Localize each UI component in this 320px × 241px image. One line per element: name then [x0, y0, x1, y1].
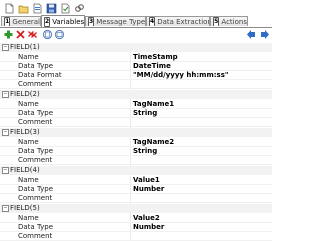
collapse-icon[interactable]: −	[2, 44, 9, 51]
property-row[interactable]: Comment	[0, 156, 272, 165]
property-value[interactable]: Number	[133, 185, 164, 194]
property-row[interactable]: Comment	[0, 118, 272, 127]
field-group-name: FIELD(1)	[10, 43, 40, 51]
property-label: Name	[18, 137, 39, 146]
property-label: Data Type	[18, 146, 54, 155]
collapse-icon[interactable]: −	[2, 91, 9, 98]
property-value[interactable]: "MM/dd/yyyy hh:mm:ss"	[133, 71, 229, 80]
property-value[interactable]: DateTime	[133, 62, 171, 71]
tab-strip: 1 General 2 Variables 3 Message Types 4 Data…	[0, 15, 272, 28]
field-group-5[interactable]: − FIELD(5)	[0, 204, 272, 213]
property-label: Comment	[18, 155, 53, 164]
tab-label: Variables	[52, 17, 85, 26]
new-icon[interactable]	[4, 3, 15, 14]
tab-label: Actions	[221, 17, 247, 26]
field-group-name: FIELD(4)	[10, 166, 40, 174]
field-group-3[interactable]: − FIELD(3)	[0, 128, 272, 137]
add-icon[interactable]	[3, 29, 14, 40]
delete-all-icon[interactable]	[27, 29, 38, 40]
tab-number: 5	[213, 17, 220, 26]
property-label: Comment	[18, 117, 53, 126]
property-value[interactable]: String	[133, 109, 157, 118]
paste-icon[interactable]	[54, 29, 65, 40]
tab-number: 2	[44, 16, 51, 27]
action-bar	[0, 28, 272, 42]
property-row[interactable]: Comment	[0, 194, 272, 203]
property-label: Name	[18, 213, 39, 222]
property-value[interactable]: Value1	[133, 176, 160, 185]
tab-general[interactable]: 1 General	[1, 16, 41, 26]
property-label: Name	[18, 175, 39, 184]
property-label: Comment	[18, 79, 53, 88]
property-label: Data Format	[18, 70, 62, 79]
validate-icon[interactable]	[60, 3, 71, 14]
tab-number: 3	[88, 17, 95, 26]
property-value[interactable]: Number	[133, 223, 164, 232]
link-icon[interactable]	[74, 3, 85, 14]
property-label: Name	[18, 52, 39, 61]
tab-label: Message Types	[96, 17, 146, 26]
back-arrow-icon[interactable]	[246, 29, 257, 40]
tab-label: General	[12, 17, 40, 26]
tab-label: Data Extraction	[157, 17, 210, 26]
tab-actions[interactable]: 5 Actions	[210, 16, 248, 26]
property-value[interactable]: Value2	[133, 214, 160, 223]
field-group-2[interactable]: − FIELD(2)	[0, 90, 272, 99]
property-value[interactable]: TagName2	[133, 138, 174, 147]
collapse-icon[interactable]: −	[2, 205, 9, 212]
forward-arrow-icon[interactable]	[259, 29, 270, 40]
variables-grid: − FIELD(1) Name TimeStamp Data Type Date…	[0, 43, 272, 241]
save-icon[interactable]	[46, 3, 57, 14]
collapse-icon[interactable]: −	[2, 129, 9, 136]
property-label: Name	[18, 99, 39, 108]
main-toolbar	[0, 0, 276, 16]
delete-icon[interactable]	[15, 29, 26, 40]
field-group-1[interactable]: − FIELD(1)	[0, 43, 272, 52]
tab-message-types[interactable]: 3 Message Types	[85, 16, 146, 26]
property-label: Data Type	[18, 184, 54, 193]
field-group-name: FIELD(2)	[10, 90, 40, 98]
property-row[interactable]: Comment	[0, 80, 272, 89]
property-label: Data Type	[18, 108, 54, 117]
field-group-name: FIELD(5)	[10, 204, 40, 212]
tab-data-extraction[interactable]: 4 Data Extraction	[146, 16, 210, 26]
field-group-name: FIELD(3)	[10, 128, 40, 136]
tab-number: 1	[4, 17, 11, 26]
collapse-icon[interactable]: −	[2, 167, 9, 174]
property-label: Data Type	[18, 61, 54, 70]
template-icon[interactable]	[32, 3, 43, 14]
property-value[interactable]: TagName1	[133, 100, 174, 109]
tab-number: 4	[149, 17, 156, 26]
field-group-4[interactable]: − FIELD(4)	[0, 166, 272, 175]
property-value[interactable]: TimeStamp	[133, 53, 178, 62]
property-value[interactable]: String	[133, 147, 157, 156]
property-label: Comment	[18, 193, 53, 202]
copy-icon[interactable]	[42, 29, 53, 40]
tab-variables[interactable]: 2 Variables	[41, 15, 85, 27]
property-label: Comment	[18, 231, 53, 240]
open-icon[interactable]	[18, 3, 29, 14]
property-label: Data Type	[18, 222, 54, 231]
